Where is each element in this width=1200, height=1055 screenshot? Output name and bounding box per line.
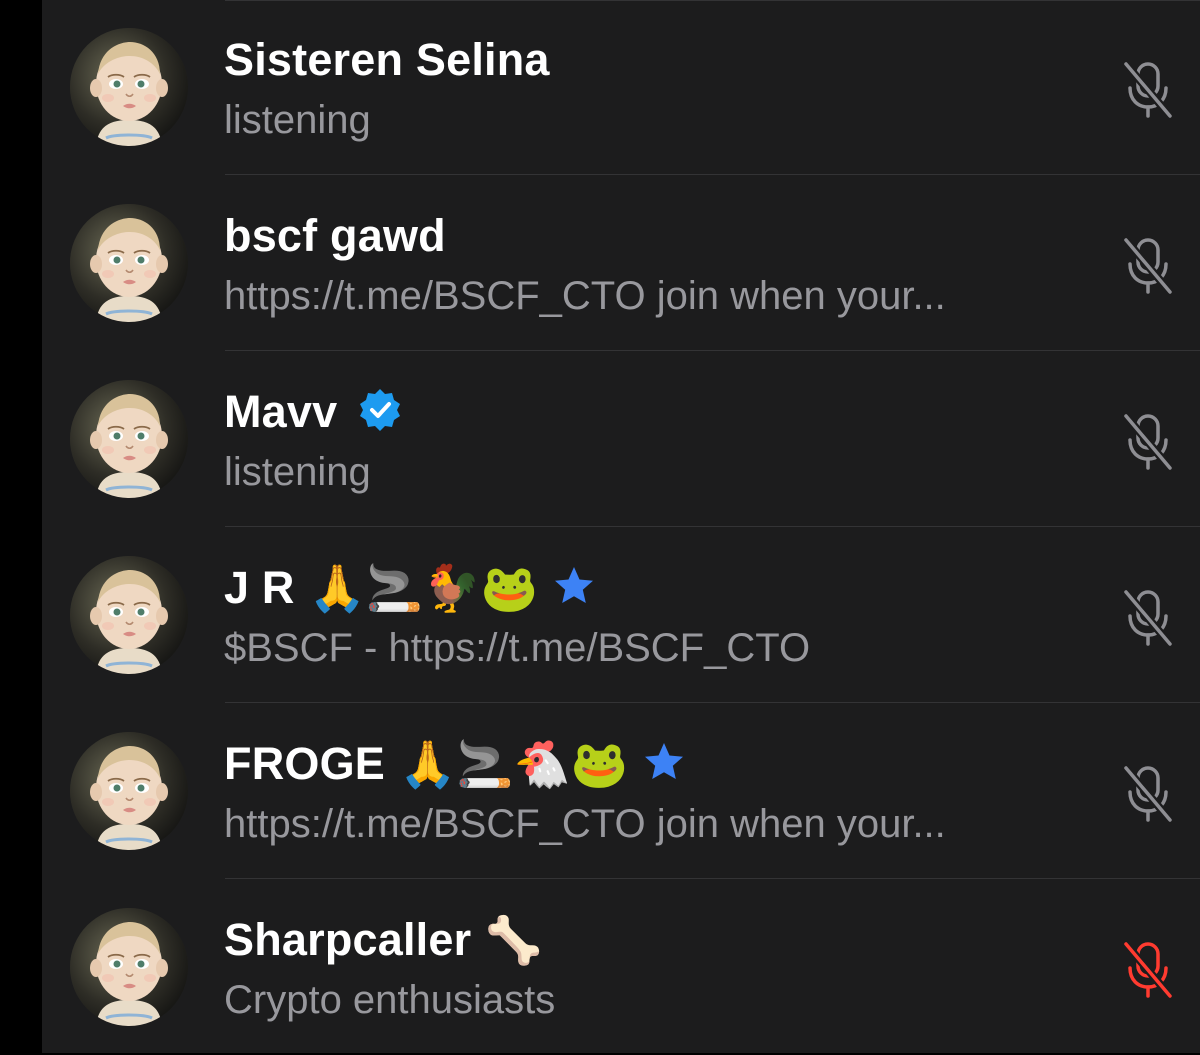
divider: [225, 878, 1200, 879]
divider: [225, 702, 1200, 703]
participant-row[interactable]: bscf gawd https://t.me/BSCF_CTO join whe…: [42, 176, 1200, 351]
avatar[interactable]: [70, 732, 188, 850]
participant-name: bscf gawd: [224, 210, 446, 261]
avatar[interactable]: [70, 556, 188, 674]
mic-muted-icon[interactable]: [1118, 410, 1178, 474]
participant-status: listening: [224, 450, 371, 494]
avatar[interactable]: [70, 908, 188, 1026]
participant-name: J R: [224, 562, 295, 613]
participant-name: Mavv: [224, 386, 338, 437]
mic-muted-icon[interactable]: [1118, 234, 1178, 298]
mic-muted-icon[interactable]: [1118, 586, 1178, 650]
participant-name: FROGE: [224, 738, 386, 789]
participant-status: $BSCF - https://t.me/BSCF_CTO: [224, 626, 811, 670]
avatar[interactable]: [70, 380, 188, 498]
avatar[interactable]: [70, 204, 188, 322]
participant-status: Crypto enthusiasts: [224, 978, 556, 1022]
name-line: Sisteren Selina: [224, 30, 550, 90]
star-icon: [642, 740, 686, 789]
participant-row[interactable]: Sharpcaller 🦴 Crypto enthusiasts: [42, 880, 1200, 1055]
voice-chat-participants-panel: Sisteren Selina listening bscf gawd http…: [42, 0, 1200, 1053]
participant-name: Sisteren Selina: [224, 34, 550, 85]
avatar[interactable]: [70, 28, 188, 146]
name-emojis: 🦴: [485, 913, 543, 967]
name-line: bscf gawd: [224, 206, 446, 266]
participant-status: https://t.me/BSCF_CTO join when your...: [224, 802, 946, 846]
star-icon: [552, 564, 596, 613]
divider: [225, 350, 1200, 351]
name-line: J R 🙏🚬🐓🐸: [224, 558, 596, 618]
name-line: Mavv: [224, 382, 403, 442]
participant-status: https://t.me/BSCF_CTO join when your...: [224, 274, 946, 318]
name-line: Sharpcaller 🦴: [224, 910, 543, 970]
verified-badge-icon: [357, 387, 403, 438]
participant-name: Sharpcaller: [224, 914, 472, 965]
participant-row[interactable]: Sisteren Selina listening: [42, 0, 1200, 175]
mic-muted-icon[interactable]: [1118, 58, 1178, 122]
divider: [225, 526, 1200, 527]
participant-status: listening: [224, 98, 371, 142]
mic-muted-icon[interactable]: [1118, 938, 1178, 1002]
participant-row[interactable]: Mavv listening: [42, 352, 1200, 527]
participant-row[interactable]: J R 🙏🚬🐓🐸 $BSCF - https://t.me/BSCF_CTO: [42, 528, 1200, 703]
participant-row[interactable]: FROGE 🙏🚬🐔🐸 https://t.me/BSCF_CTO join wh…: [42, 704, 1200, 879]
mic-muted-icon[interactable]: [1118, 762, 1178, 826]
name-emojis: 🙏🚬🐓🐸: [308, 561, 538, 615]
divider: [225, 174, 1200, 175]
name-emojis: 🙏🚬🐔🐸: [399, 737, 629, 791]
name-line: FROGE 🙏🚬🐔🐸: [224, 734, 686, 794]
